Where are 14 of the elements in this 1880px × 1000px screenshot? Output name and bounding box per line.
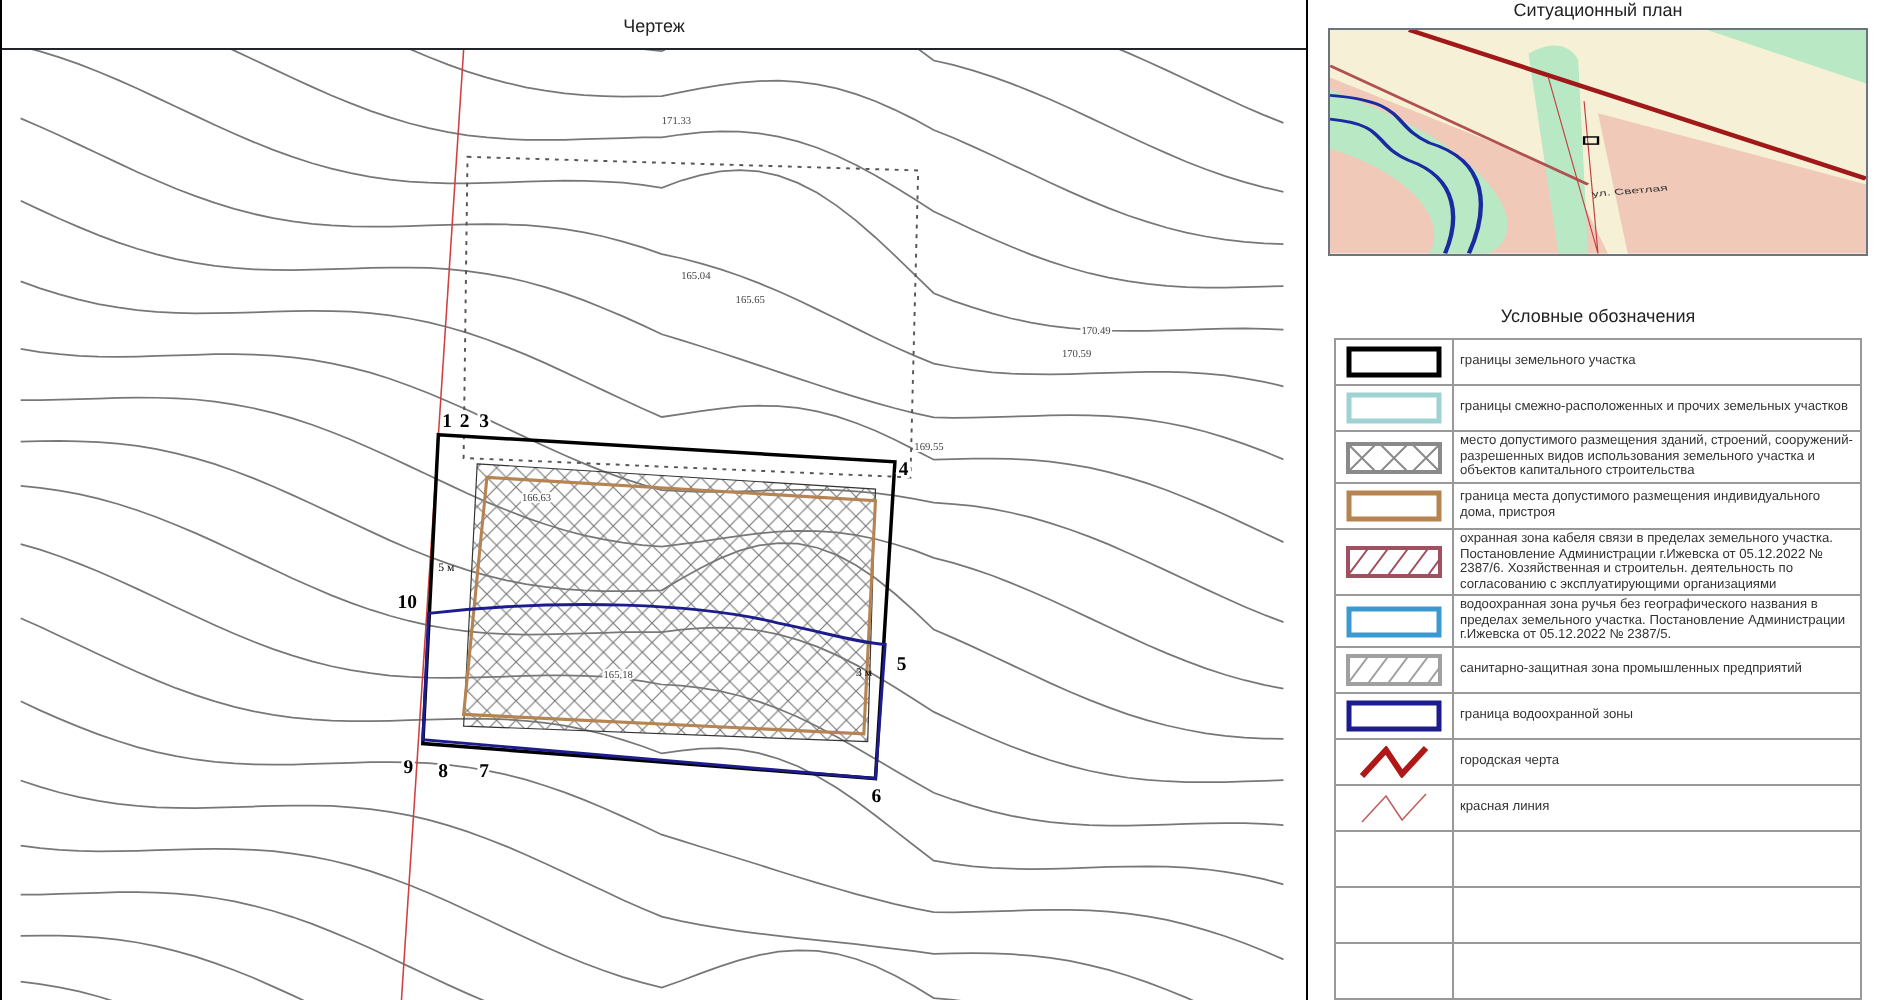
point-number: 6	[871, 785, 882, 808]
point-number: 4	[898, 459, 909, 482]
point-number: 3	[479, 410, 489, 433]
parcel-marker	[1583, 136, 1599, 145]
point-number: 2	[459, 410, 470, 433]
point-number: 5	[896, 653, 907, 676]
point-number: 10	[397, 591, 417, 614]
point-number: 9	[403, 756, 414, 779]
legend-title: Условные обозначения	[1500, 303, 1696, 330]
point-number: 7	[479, 760, 489, 783]
point-number: 8	[438, 760, 449, 783]
situation-plan-title: Ситуационный план	[1513, 0, 1683, 20]
point-number: 1	[442, 410, 452, 433]
drawing-title: Чертеж	[623, 16, 685, 36]
